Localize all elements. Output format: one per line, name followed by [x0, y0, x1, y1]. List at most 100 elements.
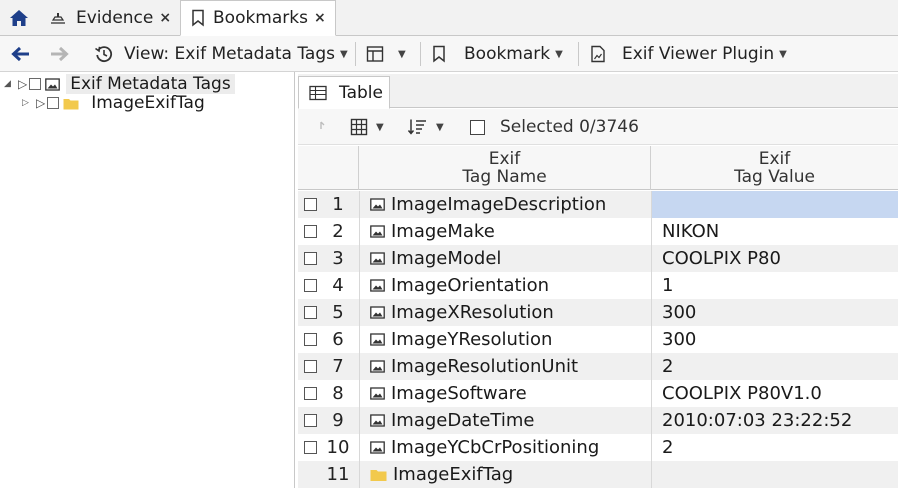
tag-value-cell[interactable]: NIKON: [651, 218, 898, 245]
tab-bookmarks-close-icon[interactable]: ×: [314, 10, 326, 26]
tag-name: ImageSoftware: [391, 383, 527, 404]
tag-value-cell[interactable]: [651, 461, 898, 488]
tag-value: COOLPIX P80V1.0: [662, 383, 822, 404]
table-row[interactable]: 4 ImageOrientation 1: [298, 272, 898, 299]
expand-arrow-icon[interactable]: ▷: [36, 97, 45, 109]
table-row[interactable]: 1 ImageImageDescription: [298, 191, 898, 218]
table-row[interactable]: 6 ImageYResolution 300: [298, 326, 898, 353]
table-row[interactable]: 7 ImageResolutionUnit 2: [298, 353, 898, 380]
plugin-dropdown[interactable]: Exif Viewer Plugin ▼: [590, 36, 787, 72]
tag-name-cell[interactable]: ImageOrientation: [359, 272, 651, 299]
row-checkbox-cell[interactable]: [302, 191, 318, 218]
row-checkbox[interactable]: [303, 279, 317, 292]
tab-bookmarks[interactable]: Bookmarks ×: [180, 0, 336, 36]
row-checkbox-cell[interactable]: [302, 218, 318, 245]
tree-item-checkbox[interactable]: [47, 97, 60, 109]
tag-name-cell[interactable]: ImageImageDescription: [359, 191, 651, 218]
row-checkbox[interactable]: [303, 306, 317, 319]
table-row[interactable]: 3 ImageModel COOLPIX P80: [298, 245, 898, 272]
row-checkbox-cell[interactable]: [302, 434, 318, 461]
table-row[interactable]: 10 ImageYCbCrPositioning 2: [298, 434, 898, 461]
row-checkbox[interactable]: [303, 225, 317, 238]
view-dropdown[interactable]: View: Exif Metadata Tags ▼: [94, 36, 348, 72]
column-header-tag-name[interactable]: Exif Tag Name: [359, 146, 651, 190]
tag-name-cell[interactable]: ImageResolutionUnit: [359, 353, 651, 380]
columns-dropdown[interactable]: ▼: [350, 109, 384, 145]
table-row[interactable]: 9 ImageDateTime 2010:07:03 23:22:52: [298, 407, 898, 434]
tab-bookmarks-label: Bookmarks: [213, 8, 308, 28]
undo-button[interactable]: [318, 109, 330, 145]
row-checkbox[interactable]: [303, 198, 317, 211]
tag-value-cell[interactable]: COOLPIX P80V1.0: [651, 380, 898, 407]
tag-value-cell[interactable]: 2: [651, 434, 898, 461]
row-checkbox-cell[interactable]: [302, 380, 318, 407]
row-checkbox-cell[interactable]: [302, 299, 318, 326]
layout-dropdown[interactable]: ▼: [366, 36, 406, 72]
tree-item-exif-metadata-tags[interactable]: ◢ ▷ Exif Metadata Tags: [4, 74, 235, 94]
row-checkbox[interactable]: [303, 387, 317, 400]
select-all-checkbox[interactable]: [470, 119, 485, 135]
table-row[interactable]: 11 ImageExifTag: [298, 461, 898, 488]
tag-name: ImageResolutionUnit: [391, 356, 579, 377]
tag-value-cell[interactable]: [651, 191, 898, 218]
column-header-index[interactable]: [298, 146, 359, 190]
tree-item-image-exif-tag[interactable]: ▷ ▷ ImageExifTag: [22, 93, 205, 113]
tag-value: 1: [662, 275, 674, 296]
tag-name-cell[interactable]: ImageXResolution: [359, 299, 651, 326]
forward-button[interactable]: [50, 36, 70, 72]
panel-tab-strip: Table: [298, 74, 898, 109]
back-button[interactable]: [10, 36, 30, 72]
grid-icon: [350, 118, 368, 136]
sort-dropdown[interactable]: ▼: [408, 109, 444, 145]
tag-name-cell[interactable]: ImageYCbCrPositioning: [359, 434, 651, 461]
row-index: 6: [332, 329, 344, 350]
row-checkbox-cell[interactable]: [302, 326, 318, 353]
tab-evidence-close-icon[interactable]: ×: [159, 10, 171, 26]
tag-name-cell[interactable]: ImageModel: [359, 245, 651, 272]
tag-value-cell[interactable]: 1: [651, 272, 898, 299]
tag-name-cell[interactable]: ImageYResolution: [359, 326, 651, 353]
column-header-tag-value[interactable]: Exif Tag Value: [651, 146, 898, 190]
tag-name-cell[interactable]: ImageMake: [359, 218, 651, 245]
row-index: 9: [332, 410, 344, 431]
plugin-caret-icon: ▼: [779, 48, 787, 60]
tag-name-cell[interactable]: ImageExifTag: [359, 461, 651, 488]
row-checkbox[interactable]: [303, 252, 317, 265]
select-all-toggle[interactable]: Selected 0/3746: [470, 109, 639, 145]
row-checkbox[interactable]: [303, 414, 317, 427]
tag-value-cell[interactable]: 300: [651, 326, 898, 353]
tag-value-cell[interactable]: COOLPIX P80: [651, 245, 898, 272]
row-checkbox[interactable]: [303, 360, 317, 373]
collapse-triangle-icon[interactable]: ◢: [4, 79, 16, 89]
row-index: 7: [332, 356, 344, 377]
bookmark-dropdown[interactable]: Bookmark ▼: [432, 36, 563, 72]
tab-table[interactable]: Table: [298, 76, 390, 109]
undo-arrow-icon: [320, 121, 325, 129]
image-icon: [370, 198, 385, 211]
row-checkbox-cell[interactable]: [302, 245, 318, 272]
row-checkbox-cell[interactable]: [302, 272, 318, 299]
tree-item-checkbox[interactable]: [29, 78, 42, 90]
table-toolbar: ▼ ▼ Selected 0/3746: [298, 109, 898, 145]
tag-name-cell[interactable]: ImageSoftware: [359, 380, 651, 407]
row-checkbox[interactable]: [303, 333, 317, 346]
tag-value-cell[interactable]: 2010:07:03 23:22:52: [651, 407, 898, 434]
row-checkbox-cell[interactable]: [302, 353, 318, 380]
image-icon: [370, 441, 385, 454]
bookmark-label: Bookmark: [464, 44, 551, 64]
table-row[interactable]: 8 ImageSoftware COOLPIX P80V1.0: [298, 380, 898, 407]
home-button[interactable]: [4, 4, 34, 32]
tab-evidence[interactable]: Evidence ×: [40, 1, 178, 35]
sort-icon: [408, 119, 426, 135]
tag-value-cell[interactable]: 2: [651, 353, 898, 380]
row-checkbox[interactable]: [303, 441, 317, 454]
expand-triangle-icon[interactable]: ▷: [22, 98, 34, 108]
tag-value-cell[interactable]: 300: [651, 299, 898, 326]
tree-item-label: Exif Metadata Tags: [66, 74, 235, 94]
table-row[interactable]: 2 ImageMake NIKON: [298, 218, 898, 245]
tag-name-cell[interactable]: ImageDateTime: [359, 407, 651, 434]
expand-arrow-icon[interactable]: ▷: [18, 78, 27, 90]
row-checkbox-cell[interactable]: [302, 407, 318, 434]
tag-name: ImageModel: [391, 248, 502, 269]
table-row[interactable]: 5 ImageXResolution 300: [298, 299, 898, 326]
